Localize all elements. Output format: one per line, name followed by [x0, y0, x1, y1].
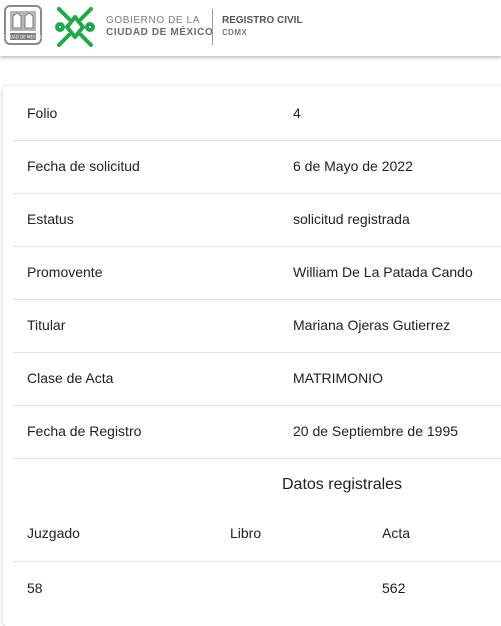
gobierno-line1: GOBIERNO DE LA: [106, 15, 200, 26]
gobierno-wordmark: GOBIERNO DE LA CIUDAD DE MÉXICO: [106, 15, 213, 39]
table-header-acta: Acta: [382, 525, 411, 541]
detail-value: solicitud registrada: [293, 211, 410, 227]
detail-label: Folio: [27, 105, 58, 121]
detail-row-promovente: Promovente William De La Patada Cando: [13, 246, 501, 300]
detail-value: MATRIMONIO: [293, 370, 383, 386]
detail-label: Titular: [27, 317, 66, 333]
registro-line2: CDMX: [222, 28, 248, 37]
table-cell-acta: 562: [382, 580, 406, 596]
cdmx-logo-icon: [55, 7, 95, 47]
registro-line1: REGISTRO CIVIL: [222, 15, 303, 26]
solicitud-details-card: Folio 4 Fecha de solicitud 6 de Mayo de …: [3, 86, 501, 626]
gobierno-line2: CIUDAD DE MÉXICO: [106, 27, 214, 38]
detail-label: Promovente: [27, 264, 103, 280]
header-divider: [212, 9, 213, 45]
detail-label: Clase de Acta: [27, 370, 114, 386]
detail-value: William De La Patada Cando: [293, 264, 473, 280]
table-cell-juzgado: 58: [27, 580, 43, 596]
detail-row-fecha-registro: Fecha de Registro 20 de Septiembre de 19…: [13, 405, 501, 459]
cdmx-coat-of-arms-icon: CIUDAD DE MÉXICO: [3, 5, 43, 45]
detail-label: Fecha de solicitud: [27, 158, 140, 174]
datos-registrales-title: Datos registrales: [282, 476, 403, 493]
table-header-libro: Libro: [230, 525, 262, 541]
table-header-divider: [13, 561, 501, 562]
detail-row-estatus: Estatus solicitud registrada: [13, 193, 501, 247]
detail-label: Fecha de Registro: [27, 423, 142, 439]
table-header-juzgado: Juzgado: [27, 525, 80, 541]
detail-row-titular: Titular Mariana Ojeras Gutierrez: [13, 299, 501, 353]
detail-row-folio: Folio 4: [13, 87, 501, 141]
detail-label: Estatus: [27, 211, 74, 227]
app-header: CIUDAD DE MÉXICO GOBIERNO DE LA CIUDAD D…: [0, 0, 501, 56]
registro-civil-wordmark: REGISTRO CIVIL CDMX: [222, 15, 303, 39]
detail-row-clase-acta: Clase de Acta MATRIMONIO: [13, 352, 501, 406]
detail-row-fecha-solicitud: Fecha de solicitud 6 de Mayo de 2022: [13, 140, 501, 194]
detail-value: 6 de Mayo de 2022: [293, 158, 413, 174]
detail-value: 4: [293, 105, 301, 121]
detail-value: 20 de Septiembre de 1995: [293, 423, 459, 439]
seal-text: CIUDAD DE MÉXICO: [3, 35, 43, 40]
detail-value: Mariana Ojeras Gutierrez: [293, 317, 451, 333]
